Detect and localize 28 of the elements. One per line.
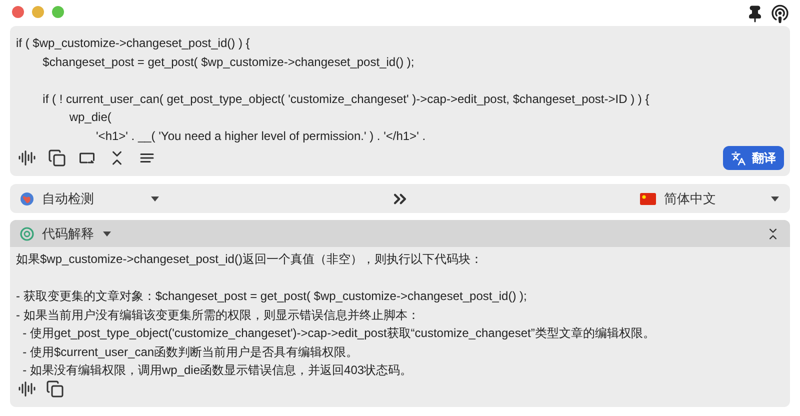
code-line: if ( $wp_customize->changeset_post_id() ) { bbox=[16, 35, 250, 52]
result-line: 如果$wp_customize->changeset_post_id()返回一个真值（非空），则执行以下代码块： bbox=[16, 251, 482, 268]
code-line: wp_die( bbox=[68, 109, 112, 126]
translate-icon bbox=[731, 150, 746, 166]
source-language[interactable]: 自动检测 bbox=[42, 188, 142, 208]
copy-icon[interactable] bbox=[48, 149, 66, 167]
result-line: - 获取变更集的文章对象：$changeset_post = get_post( $wp_customize->changeset_post_id() ); bbox=[16, 288, 527, 305]
flag-icon bbox=[640, 192, 656, 204]
globe-icon bbox=[20, 192, 34, 206]
pin-icon[interactable] bbox=[746, 5, 764, 23]
audio-wave-icon[interactable] bbox=[18, 380, 36, 398]
dropdown-caret-icon bbox=[770, 196, 780, 202]
code-line: '<h1>' . __( 'You need a higher level of permission.' ) . '</h1>' . bbox=[95, 128, 426, 144]
service-name[interactable]: 代码解释 bbox=[42, 224, 94, 244]
result-line: - 使用$current_user_can函数判断当前用户是否具有编辑权限。 bbox=[22, 344, 358, 360]
dropdown-caret-icon bbox=[150, 196, 160, 202]
result-line: - 如果当前用户没有编辑该变更集所需的权限，则显示错误信息并终止脚本： bbox=[16, 306, 420, 324]
result-line: - 如果没有编辑权限，调用wp_die函数显示错误信息，并返回403状态码。 bbox=[22, 362, 412, 379]
code-line: $changeset_post = get_post( $wp_customize->changeset_post_id() ); bbox=[42, 54, 414, 70]
antenna-icon[interactable] bbox=[770, 4, 790, 24]
dropdown-caret-icon bbox=[102, 230, 112, 236]
translate-button[interactable]: 翻译 bbox=[723, 146, 784, 170]
knot-logo-icon bbox=[20, 226, 34, 240]
result-line: - 使用get_post_type_object('customize_changeset')->cap->edit_post获取“customize_changeset”类型文章的编辑权限。 bbox=[22, 325, 655, 342]
audio-wave-icon[interactable] bbox=[18, 149, 36, 167]
copy-icon[interactable] bbox=[46, 380, 64, 398]
code-line: if ( ! current_user_can( get_post_type_object( 'customize_changeset' )->cap->edit_post, $changeset_post->ID ) ) { bbox=[42, 90, 650, 108]
target-language[interactable]: 简体中文 bbox=[664, 188, 762, 208]
